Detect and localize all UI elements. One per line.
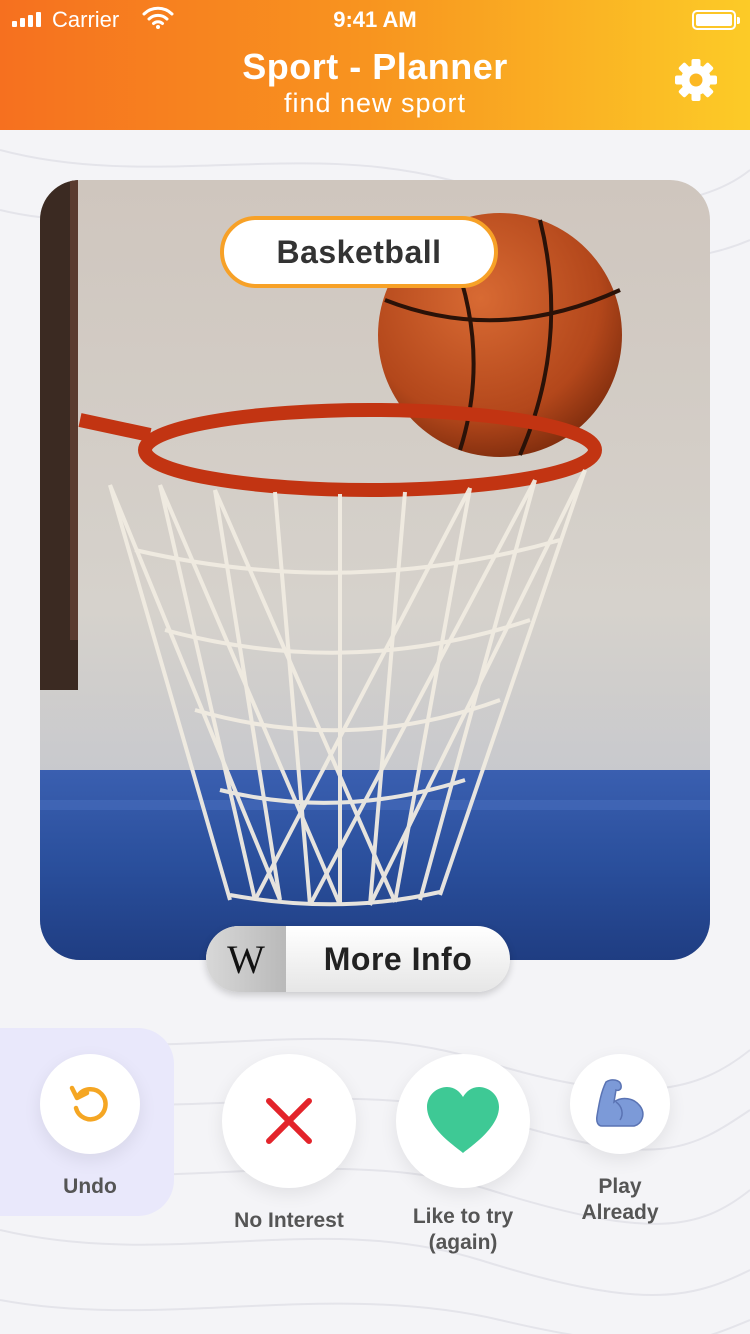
like-label-line1: Like to try bbox=[412, 1205, 514, 1228]
page-title: Sport - Planner bbox=[242, 46, 508, 87]
sport-card[interactable] bbox=[40, 180, 710, 960]
app-header: Carrier 9:41 AM Sport - Planner find new… bbox=[0, 0, 750, 130]
like-label-line2: (again) bbox=[428, 1231, 498, 1254]
no-interest-button[interactable] bbox=[222, 1054, 356, 1188]
close-icon bbox=[266, 1098, 312, 1144]
sport-name-badge: Basketball bbox=[220, 216, 498, 288]
status-time: 9:41 AM bbox=[333, 7, 417, 32]
undo-button[interactable] bbox=[40, 1054, 140, 1154]
undo-icon bbox=[69, 1085, 108, 1122]
play-already-button[interactable] bbox=[570, 1054, 670, 1154]
gear-icon[interactable] bbox=[672, 56, 720, 104]
wikipedia-icon: W bbox=[206, 926, 286, 992]
play-label-line2: Already bbox=[581, 1201, 659, 1224]
page-subtitle: find new sport bbox=[283, 88, 467, 118]
play-label-line1: Play bbox=[598, 1175, 642, 1198]
status-bar: Carrier 9:41 AM bbox=[0, 0, 750, 40]
more-info-label: More Info bbox=[323, 940, 473, 977]
undo-label: Undo bbox=[63, 1175, 117, 1198]
no-interest-label: No Interest bbox=[234, 1209, 344, 1232]
flexed-bicep-icon bbox=[596, 1079, 644, 1127]
like-button[interactable] bbox=[396, 1054, 530, 1188]
battery-icon bbox=[692, 10, 740, 30]
basketball-hoop-photo bbox=[40, 180, 710, 960]
heart-icon bbox=[427, 1087, 499, 1153]
more-info-button[interactable]: W More Info bbox=[206, 926, 510, 992]
